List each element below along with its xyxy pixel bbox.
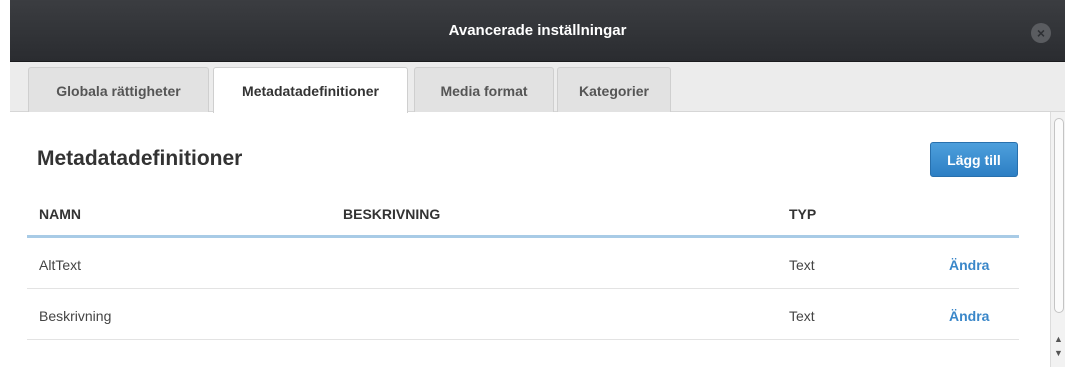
content-panel: Metadatadefinitioner Lägg till NAMN BESK… bbox=[10, 112, 1050, 367]
vertical-scrollbar[interactable]: ▲ ▼ bbox=[1050, 112, 1065, 367]
scroll-down-icon[interactable]: ▼ bbox=[1054, 348, 1063, 358]
add-button[interactable]: Lägg till bbox=[930, 142, 1018, 177]
table-row: Beskrivning Text Ändra bbox=[27, 289, 1019, 340]
close-icon[interactable]: × bbox=[1031, 23, 1051, 43]
table-row: AltText Text Ändra bbox=[27, 238, 1019, 289]
column-header-name: NAMN bbox=[39, 206, 81, 222]
edit-link[interactable]: Ändra bbox=[949, 308, 989, 324]
tab-label: Globala rättigheter bbox=[56, 82, 181, 99]
cell-type: Text bbox=[789, 308, 815, 324]
edit-link[interactable]: Ändra bbox=[949, 257, 989, 273]
tab-label: Media format bbox=[440, 82, 528, 99]
tab-metadata-definitions[interactable]: Metadatadefinitioner bbox=[213, 67, 408, 113]
metadata-table: NAMN BESKRIVNING TYP AltText Text Ändra … bbox=[27, 200, 1019, 340]
tab-label: Metadatadefinitioner bbox=[242, 82, 379, 99]
tab-media-format[interactable]: Media format bbox=[414, 67, 554, 113]
scrollbar-thumb[interactable] bbox=[1054, 118, 1064, 313]
tab-global-permissions[interactable]: Globala rättigheter bbox=[28, 67, 209, 113]
cell-name: Beskrivning bbox=[39, 308, 112, 324]
tab-label: Kategorier bbox=[578, 82, 650, 99]
column-header-type: TYP bbox=[789, 206, 817, 222]
column-header-description: BESKRIVNING bbox=[343, 206, 441, 222]
cell-name: AltText bbox=[39, 257, 82, 273]
tab-categories[interactable]: Kategorier bbox=[557, 67, 671, 113]
page-title: Metadatadefinitioner bbox=[37, 147, 243, 170]
dialog-title: Avancerade inställningar bbox=[448, 22, 627, 39]
scroll-up-icon[interactable]: ▲ bbox=[1054, 334, 1063, 344]
tab-bar: Globala rättigheter Metadatadefinitioner… bbox=[10, 62, 1065, 113]
cell-type: Text bbox=[789, 257, 815, 273]
table-header: NAMN BESKRIVNING TYP bbox=[27, 200, 1019, 238]
dialog-titlebar: Avancerade inställningar × bbox=[10, 0, 1065, 62]
